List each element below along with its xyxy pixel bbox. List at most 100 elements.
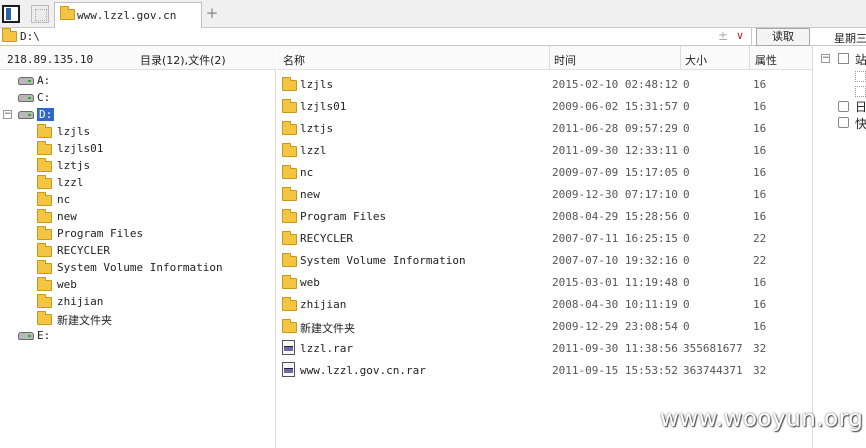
folder-icon bbox=[37, 124, 52, 138]
tree-item-folder[interactable]: lzjls01 bbox=[0, 140, 276, 157]
folder-label: nc bbox=[57, 193, 71, 206]
archive-icon bbox=[282, 340, 295, 355]
file-row[interactable]: Program Files 2008-04-29 15:28:56 0 16 bbox=[277, 205, 812, 227]
tree-item-folder[interactable]: web bbox=[0, 276, 276, 293]
tree-item-folder[interactable]: nc bbox=[0, 191, 276, 208]
file-name: web bbox=[300, 276, 320, 289]
file-time: 2009-12-30 07:17:10 bbox=[552, 188, 678, 201]
file-list-pane: 名称 时间 大小 属性 lzjls 2015-02-10 02:48:12 0 16 l… bbox=[277, 46, 812, 448]
file-time: 2007-07-10 19:32:16 bbox=[552, 254, 678, 267]
tree-item-folder[interactable]: Program Files bbox=[0, 225, 276, 242]
column-divider[interactable] bbox=[549, 46, 550, 70]
path-value: D:\ bbox=[20, 30, 40, 43]
tab-site[interactable]: www.lzzl.gov.cn bbox=[54, 2, 202, 28]
site-entry-icon[interactable] bbox=[855, 71, 866, 82]
file-name: System Volume Information bbox=[300, 254, 466, 267]
file-row[interactable]: web 2015-03-01 11:19:48 0 16 bbox=[277, 271, 812, 293]
tree-item-drive[interactable]: E: bbox=[0, 327, 276, 344]
column-time[interactable]: 时间 bbox=[554, 52, 576, 68]
file-row[interactable]: lzzl.rar 2011-09-30 11:38:56 355681677 32 bbox=[277, 337, 812, 359]
file-attr: 16 bbox=[753, 144, 767, 157]
tree-item-folder[interactable]: lzjls bbox=[0, 123, 276, 140]
new-window-button[interactable] bbox=[31, 5, 49, 23]
file-size: 0 bbox=[683, 144, 690, 157]
tree-item-drive[interactable]: C: bbox=[0, 89, 276, 106]
file-attr: 32 bbox=[753, 342, 767, 355]
file-row[interactable]: lzzl 2011-09-30 12:33:11 0 16 bbox=[277, 139, 812, 161]
file-row[interactable]: 新建文件夹 2009-12-29 23:08:54 0 16 bbox=[277, 315, 812, 337]
drive-icon bbox=[18, 111, 34, 119]
file-name: RECYCLER bbox=[300, 232, 353, 245]
tab-bar: www.lzzl.gov.cn + bbox=[0, 0, 866, 28]
folder-icon bbox=[282, 143, 297, 157]
file-size: 0 bbox=[683, 122, 690, 135]
file-name: nc bbox=[300, 166, 314, 179]
file-name: zhijian bbox=[300, 298, 347, 311]
file-row[interactable]: lzjls 2015-02-10 02:48:12 0 16 bbox=[277, 73, 812, 95]
tree-item-folder[interactable]: lztjs bbox=[0, 157, 276, 174]
tree-item-folder[interactable]: System Volume Information bbox=[0, 259, 276, 276]
file-name: lzzl.rar bbox=[300, 342, 353, 355]
drive-label: E: bbox=[37, 329, 51, 342]
tree-item-drive[interactable]: − D: bbox=[0, 106, 276, 123]
column-divider[interactable] bbox=[680, 46, 681, 70]
column-divider[interactable] bbox=[749, 46, 750, 70]
column-size[interactable]: 大小 bbox=[685, 52, 707, 68]
file-time: 2009-07-09 15:17:05 bbox=[552, 166, 678, 179]
collapse-toggle-icon[interactable]: − bbox=[3, 110, 12, 119]
tree-item-folder[interactable]: lzzl bbox=[0, 174, 276, 191]
tree-item-drive[interactable]: A: bbox=[0, 72, 276, 89]
column-name[interactable]: 名称 bbox=[283, 52, 305, 68]
folder-label: Program Files bbox=[57, 227, 144, 240]
path-input[interactable]: D:\ bbox=[0, 28, 752, 46]
file-size: 0 bbox=[683, 188, 690, 201]
plus-minus-icon[interactable]: ± bbox=[718, 29, 728, 43]
folder-label: lzjls bbox=[57, 125, 91, 138]
collapse-toggle-icon[interactable]: − bbox=[821, 54, 830, 63]
file-name: 新建文件夹 bbox=[300, 322, 355, 335]
file-attr: 22 bbox=[753, 232, 767, 245]
file-row[interactable]: www.lzzl.gov.cn.rar 2011-09-15 15:53:52 36… bbox=[277, 359, 812, 381]
file-row[interactable]: RECYCLER 2007-07-11 16:25:15 0 22 bbox=[277, 227, 812, 249]
directory-tree-pane: 218.89.135.10 目录(12),文件(2) A: C: − D: lzjls l… bbox=[0, 46, 276, 448]
site-node-label[interactable]: 站 bbox=[855, 51, 866, 67]
tree-item-folder[interactable]: zhijian bbox=[0, 293, 276, 310]
file-size: 363744371 bbox=[683, 364, 743, 377]
shortcut-node-label[interactable]: 快 bbox=[855, 115, 866, 131]
file-row[interactable]: new 2009-12-30 07:17:10 0 16 bbox=[277, 183, 812, 205]
chevron-down-icon[interactable]: ∨ bbox=[736, 29, 744, 42]
tree-header: 218.89.135.10 目录(12),文件(2) bbox=[0, 46, 276, 70]
folder-icon bbox=[37, 294, 52, 308]
folder-label: 新建文件夹 bbox=[57, 314, 112, 327]
file-time: 2009-06-02 15:31:57 bbox=[552, 100, 678, 113]
drive-label: A: bbox=[37, 74, 51, 87]
folder-icon bbox=[37, 175, 52, 189]
host-ip: 218.89.135.10 bbox=[7, 53, 94, 66]
file-row[interactable]: nc 2009-07-09 15:17:05 0 16 bbox=[277, 161, 812, 183]
tree-item-folder[interactable]: 新建文件夹 bbox=[0, 310, 276, 327]
file-row[interactable]: lzjls01 2009-06-02 15:31:57 0 16 bbox=[277, 95, 812, 117]
folder-icon bbox=[37, 226, 52, 240]
file-name: new bbox=[300, 188, 320, 201]
column-attr[interactable]: 属性 bbox=[755, 52, 777, 68]
tree-item-folder[interactable]: RECYCLER bbox=[0, 242, 276, 259]
site-entry-icon[interactable] bbox=[855, 86, 866, 97]
archive-icon bbox=[282, 362, 295, 377]
file-row[interactable]: System Volume Information 2007-07-10 19:3… bbox=[277, 249, 812, 271]
file-row[interactable]: lztjs 2011-06-28 09:57:29 0 16 bbox=[277, 117, 812, 139]
folder-icon bbox=[37, 209, 52, 223]
add-tab-button[interactable]: + bbox=[205, 4, 219, 22]
file-time: 2009-12-29 23:08:54 bbox=[552, 320, 678, 333]
file-size: 0 bbox=[683, 166, 690, 179]
log-node-label[interactable]: 日 bbox=[855, 98, 866, 114]
site-icon bbox=[838, 53, 849, 64]
tree-item-folder[interactable]: new bbox=[0, 208, 276, 225]
folder-icon bbox=[282, 231, 297, 245]
folder-icon bbox=[282, 319, 297, 333]
file-attr: 22 bbox=[753, 254, 767, 267]
read-button[interactable]: 读取 bbox=[756, 28, 810, 46]
file-size: 0 bbox=[683, 298, 690, 311]
sidebar-toggle-button[interactable] bbox=[2, 5, 20, 23]
file-row[interactable]: zhijian 2008-04-30 10:11:19 0 16 bbox=[277, 293, 812, 315]
drive-label: D: bbox=[37, 108, 55, 121]
